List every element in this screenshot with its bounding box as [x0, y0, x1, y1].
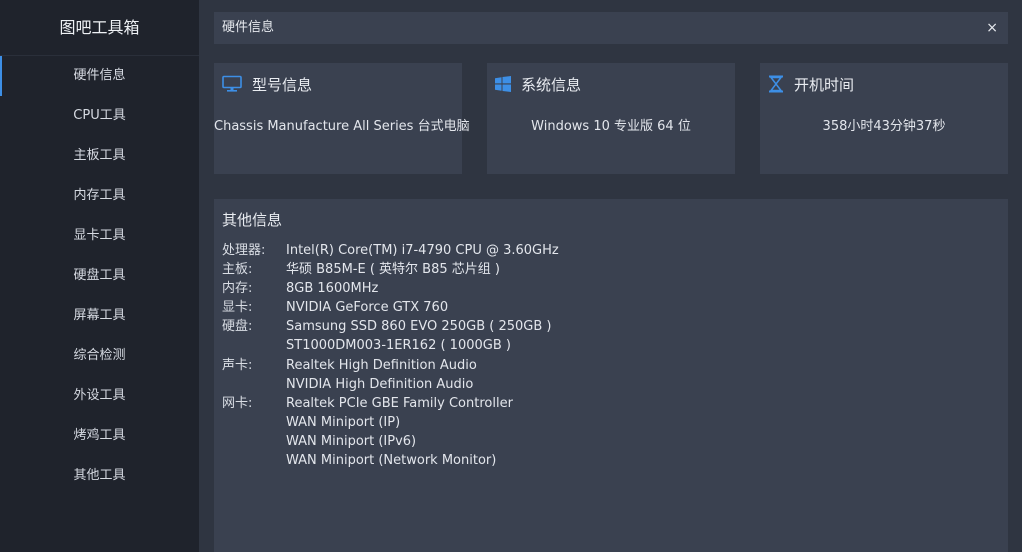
monitor-icon	[222, 75, 242, 93]
uptime-value: 358小时43分钟37秒	[822, 119, 946, 134]
sidebar-item-peripheral-tools[interactable]: 外设工具	[0, 376, 199, 416]
info-value: NVIDIA GeForce GTX 760	[286, 300, 449, 316]
info-value: Realtek PCIe GBE Family Controller	[286, 395, 513, 411]
sidebar-item-other-tools[interactable]: 其他工具	[0, 456, 199, 496]
info-value: Intel(R) Core(TM) i7-4790 CPU @ 3.60GHz	[286, 243, 559, 258]
system-info-card: 系统信息 Windows 10 专业版 64 位	[487, 63, 735, 174]
info-value: Samsung SSD 860 EVO 250GB ( 250GB )	[286, 319, 552, 335]
info-key: 显卡:	[222, 300, 253, 316]
tab-hardware-info[interactable]: 硬件信息 ×	[214, 12, 1008, 44]
sidebar-item-motherboard-tools[interactable]: 主板工具	[0, 136, 199, 176]
system-info-value: Windows 10 专业版 64 位	[531, 119, 691, 134]
info-row: NVIDIA High Definition Audio	[222, 375, 559, 394]
sidebar-item-hardware-info[interactable]: 硬件信息	[0, 56, 199, 96]
info-value: NVIDIA High Definition Audio	[286, 376, 474, 392]
info-row: 内存: 8GB 1600MHz	[222, 279, 559, 298]
sidebar-item-disk-tools[interactable]: 硬盘工具	[0, 256, 199, 296]
info-key: 声卡:	[222, 357, 253, 373]
info-key: 内存:	[222, 281, 253, 297]
info-value: 8GB 1600MHz	[286, 281, 379, 297]
model-info-title: 型号信息	[252, 75, 313, 94]
info-row: WAN Miniport (Network Monitor)	[222, 451, 559, 470]
info-key	[222, 336, 286, 355]
info-row: 硬盘: Samsung SSD 860 EVO 250GB ( 250GB )	[222, 317, 559, 336]
info-row: WAN Miniport (IPv6)	[222, 432, 559, 451]
info-row: 处理器: Intel(R) Core(TM) i7-4790 CPU @ 3.60…	[222, 241, 559, 260]
info-value: Realtek High Definition Audio	[286, 357, 477, 373]
uptime-title: 开机时间	[794, 75, 855, 94]
model-info-value: Chassis Manufacture All Series 台式电脑	[214, 119, 470, 134]
info-key: 处理器:	[222, 243, 266, 258]
info-row: 显卡: NVIDIA GeForce GTX 760	[222, 298, 559, 317]
app-window: 图吧工具箱 硬件信息 CPU工具 主板工具 内存工具 显卡工具 硬盘工具 屏幕工…	[0, 0, 1022, 552]
tab-label: 硬件信息	[222, 20, 275, 35]
info-row: WAN Miniport (IP)	[222, 413, 559, 432]
uptime-header: 开机时间	[768, 73, 854, 95]
info-value: 华硕 B85M-E ( 英特尔 B85 芯片组 )	[286, 262, 500, 278]
model-info-header: 型号信息	[222, 73, 312, 95]
info-key	[222, 432, 286, 451]
uptime-card: 开机时间 358小时43分钟37秒	[760, 63, 1008, 174]
info-key	[222, 413, 286, 432]
sidebar-item-memory-tools[interactable]: 内存工具	[0, 176, 199, 216]
sidebar-item-screen-tools[interactable]: 屏幕工具	[0, 296, 199, 336]
sidebar-item-comprehensive-test[interactable]: 综合检测	[0, 336, 199, 376]
info-row: ST1000DM003-1ER162 ( 1000GB )	[222, 336, 559, 355]
info-key	[222, 375, 286, 394]
info-value: WAN Miniport (IPv6)	[286, 433, 417, 449]
info-value: WAN Miniport (Network Monitor)	[286, 453, 497, 469]
system-info-header: 系统信息	[495, 73, 581, 95]
sidebar-item-cpu-tools[interactable]: CPU工具	[0, 96, 199, 136]
other-info-panel: 其他信息 处理器: Intel(R) Core(TM) i7-4790 CPU @…	[214, 199, 1008, 552]
model-info-card: 型号信息 Chassis Manufacture All Series 台式电脑	[214, 63, 470, 174]
windows-icon	[495, 76, 511, 92]
info-key: 主板:	[222, 262, 253, 278]
info-key: 网卡:	[222, 395, 253, 411]
info-value: ST1000DM003-1ER162 ( 1000GB )	[286, 338, 511, 354]
sidebar: 图吧工具箱 硬件信息 CPU工具 主板工具 内存工具 显卡工具 硬盘工具 屏幕工…	[0, 0, 199, 552]
info-key: 硬盘:	[222, 319, 253, 335]
system-info-title: 系统信息	[521, 75, 582, 94]
other-info-title: 其他信息	[222, 211, 283, 229]
sidebar-item-stress-tools[interactable]: 烤鸡工具	[0, 416, 199, 456]
sidebar-item-gpu-tools[interactable]: 显卡工具	[0, 216, 199, 256]
info-row: 声卡: Realtek High Definition Audio	[222, 356, 559, 375]
sidebar-nav: 硬件信息 CPU工具 主板工具 内存工具 显卡工具 硬盘工具 屏幕工具 综合检测…	[0, 56, 199, 496]
other-info-list: 处理器: Intel(R) Core(TM) i7-4790 CPU @ 3.60…	[222, 241, 559, 470]
close-icon[interactable]: ×	[986, 12, 998, 44]
hourglass-icon	[768, 75, 784, 93]
main-content: 硬件信息 × 型号信息 Chassis Manufacture All Seri…	[199, 0, 1022, 552]
info-key	[222, 451, 286, 470]
info-row: 网卡: Realtek PCIe GBE Family Controller	[222, 394, 559, 413]
info-value: WAN Miniport (IP)	[286, 414, 401, 430]
info-row: 主板: 华硕 B85M-E ( 英特尔 B85 芯片组 )	[222, 260, 559, 279]
app-title: 图吧工具箱	[0, 0, 199, 56]
